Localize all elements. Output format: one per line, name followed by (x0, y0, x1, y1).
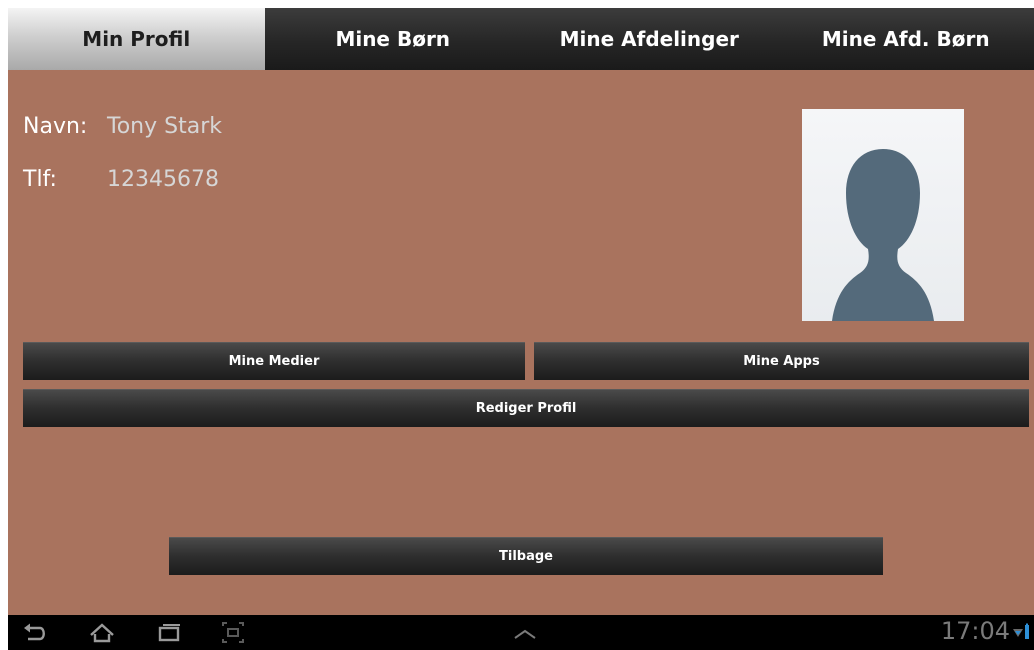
clock: 17:04 (940, 617, 1010, 645)
screenshot-icon[interactable] (218, 619, 248, 647)
home-icon[interactable] (87, 619, 117, 647)
recent-apps-icon[interactable] (154, 619, 184, 647)
name-row: Navn: Tony Stark (23, 114, 222, 139)
profile-app: Min Profil Mine Børn Mine Afdelinger Min… (8, 8, 1034, 615)
wifi-battery-icon (1013, 623, 1029, 639)
tab-mine-born[interactable]: Mine Børn (264, 8, 521, 70)
tab-bar: Min Profil Mine Børn Mine Afdelinger Min… (8, 8, 1034, 70)
name-value: Tony Stark (107, 114, 222, 139)
device-screen: Min Profil Mine Børn Mine Afdelinger Min… (0, 0, 1034, 650)
chevron-up-icon[interactable] (510, 619, 540, 647)
system-nav-bar: 17:04 (8, 615, 1034, 650)
avatar (802, 109, 964, 321)
tilbage-button[interactable]: Tilbage (169, 537, 883, 575)
phone-label: Tlf: (23, 167, 57, 192)
phone-value: 12345678 (107, 167, 219, 192)
rediger-profil-button[interactable]: Rediger Profil (23, 389, 1029, 427)
tab-min-profil[interactable]: Min Profil (8, 8, 265, 70)
name-label: Navn: (23, 114, 88, 139)
tab-mine-afd-born[interactable]: Mine Afd. Børn (777, 8, 1034, 70)
phone-row: Tlf: 12345678 (23, 167, 219, 192)
back-icon[interactable] (20, 619, 50, 647)
avatar-silhouette-icon (832, 149, 934, 321)
tab-mine-afdelinger[interactable]: Mine Afdelinger (521, 8, 778, 70)
mine-apps-button[interactable]: Mine Apps (534, 342, 1029, 380)
mine-medier-button[interactable]: Mine Medier (23, 342, 525, 380)
